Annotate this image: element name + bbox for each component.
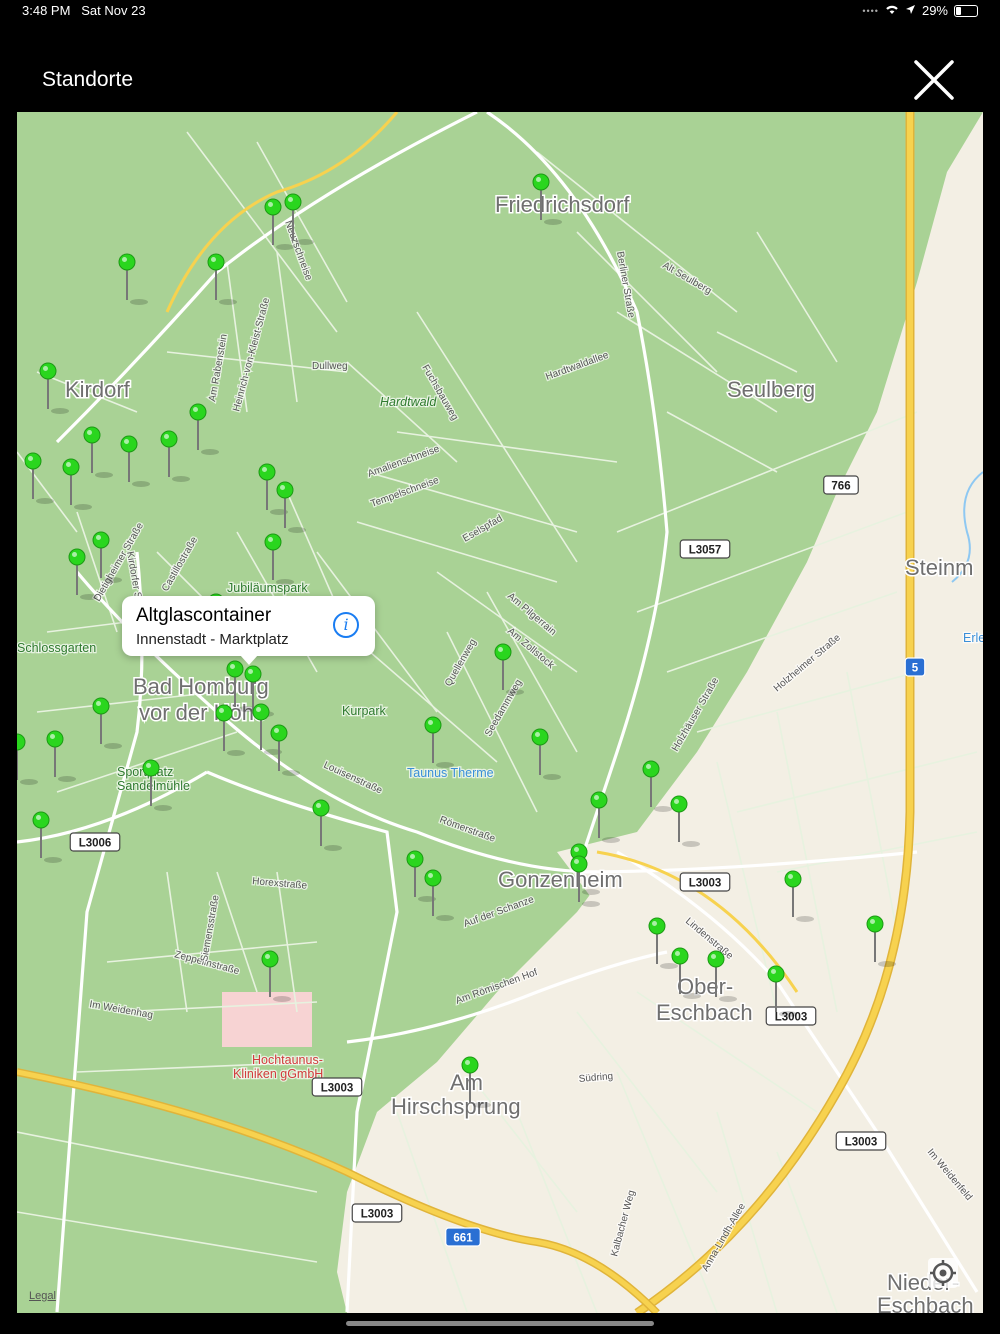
svg-text:661: 661 [453, 1233, 473, 1245]
road-label: Taunus Therme [407, 766, 494, 780]
locate-me-button[interactable] [928, 1258, 958, 1288]
location-arrow-icon [905, 3, 916, 18]
place-label: Steinm [905, 555, 973, 580]
callout-title: Altglascontainer [136, 605, 272, 626]
road-label: Quellenweg [443, 637, 479, 688]
road-label: Im Weidenhag [88, 999, 153, 1021]
road-label: Hardtwald [380, 395, 437, 409]
road-label: Auf der Schanze [462, 894, 536, 930]
road-label: Amalienschneise [366, 443, 441, 479]
road-label: Römerstraße [438, 814, 497, 844]
location-pin[interactable] [312, 799, 342, 851]
place-label: Eschbach [656, 1000, 753, 1025]
road-label: Am Rabenstein [207, 333, 230, 402]
map-view[interactable]: Friedrichsdorf Kirdorf Seulberg Steinm Bad H… [17, 112, 983, 1313]
page-title: Standorte [42, 68, 134, 91]
battery-percent: 29% [921, 3, 948, 18]
place-label: Hirschsprung [391, 1094, 521, 1119]
callout-subtitle: Innenstadt - Marktplatz [136, 631, 289, 648]
place-label: Friedrichsdorf [495, 192, 630, 217]
road-label: Heinrich-von-Kleist-Straße [231, 296, 272, 413]
road-label: Castillostraße [160, 535, 200, 594]
info-icon[interactable]: i [333, 612, 359, 638]
road-label: Louisenstraße [322, 760, 384, 797]
road-label: Alt Seulberg [661, 260, 714, 297]
road-shield: 661 [445, 1227, 481, 1247]
road-label: Siemensstraße [199, 894, 222, 963]
svg-text:L3003: L3003 [845, 1137, 878, 1149]
road-shield: 5 [904, 657, 926, 677]
road-shield: L3006 [69, 832, 121, 852]
signal-dots-icon: •••• [862, 5, 879, 16]
road-shield: L3057 [679, 539, 731, 559]
status-bar: 3:48 PM Sat Nov 23 •••• 29% [0, 0, 1000, 24]
road-label: Tempelschneise [369, 475, 441, 510]
road-label: Berliner Straße [614, 251, 637, 320]
location-pin[interactable] [424, 869, 454, 921]
close-button[interactable] [912, 58, 956, 102]
place-label: Kirdorf [65, 377, 131, 402]
road-shield: L3003 [311, 1077, 363, 1097]
road-label: Sandelmühle [117, 779, 190, 793]
location-pin[interactable] [118, 253, 148, 305]
svg-text:5: 5 [912, 663, 919, 675]
road-label: Kurpark [342, 704, 387, 718]
road-label: Fuchsbauweg [419, 363, 460, 422]
location-pin[interactable] [189, 403, 219, 455]
wifi-icon [885, 3, 899, 18]
road-shield: L3003 [679, 872, 731, 892]
road-label: Erle [963, 631, 983, 645]
place-label: vor der Höhe [139, 700, 266, 725]
road-label: Jubiläumspark [227, 581, 308, 595]
road-label: Hochtaunus- [252, 1053, 323, 1067]
road-label: Neuzschneise [282, 219, 314, 282]
location-pin[interactable] [92, 697, 122, 749]
status-time: 3:48 PM [22, 3, 71, 18]
svg-text:L3003: L3003 [689, 878, 722, 890]
road-label: Schlossgarten [17, 641, 96, 655]
home-indicator [346, 1321, 654, 1326]
location-pin[interactable] [17, 733, 38, 785]
status-date: Sat Nov 23 [81, 3, 146, 18]
road-label: Eselspfad [461, 513, 505, 544]
map-canvas[interactable]: FriedrichsdorfKirdorf SeulbergSteinmBad H… [17, 112, 983, 1313]
svg-text:766: 766 [831, 481, 850, 493]
navigation-bar: Standorte [0, 40, 1000, 112]
crosshair-icon [930, 1260, 956, 1286]
close-icon [914, 60, 954, 100]
location-pin[interactable] [160, 430, 190, 482]
hospital-area [222, 992, 312, 1047]
location-pin[interactable] [83, 426, 113, 478]
road-label: Dullweg [312, 361, 348, 372]
urban-area [337, 112, 983, 1313]
road-label: Kliniken gGmbH [233, 1067, 323, 1081]
place-label: Gonzenheim [498, 867, 623, 892]
road-shield: L3003 [351, 1203, 403, 1223]
svg-text:L3003: L3003 [361, 1209, 394, 1221]
road-label: Hardtwaldallee [544, 350, 610, 383]
place-label: Seulberg [727, 377, 815, 402]
svg-text:L3057: L3057 [689, 545, 722, 557]
svg-text:L3003: L3003 [321, 1083, 354, 1095]
location-pin[interactable] [264, 533, 294, 585]
road-shield: L3003 [835, 1131, 887, 1151]
location-pin[interactable] [531, 728, 561, 780]
location-pin[interactable] [424, 716, 454, 768]
location-pin[interactable] [62, 458, 92, 510]
battery-icon [954, 4, 978, 17]
location-pin[interactable] [46, 730, 76, 782]
location-callout[interactable]: Altglascontainer Innenstadt - Marktplatz… [122, 596, 375, 665]
svg-text:L3006: L3006 [79, 838, 112, 850]
legal-link[interactable]: Legal [29, 1290, 56, 1302]
place-label: Eschbach [877, 1293, 974, 1313]
road-shield: 766 [823, 475, 859, 495]
location-pin[interactable] [120, 435, 150, 487]
place-label: Am [450, 1070, 483, 1095]
